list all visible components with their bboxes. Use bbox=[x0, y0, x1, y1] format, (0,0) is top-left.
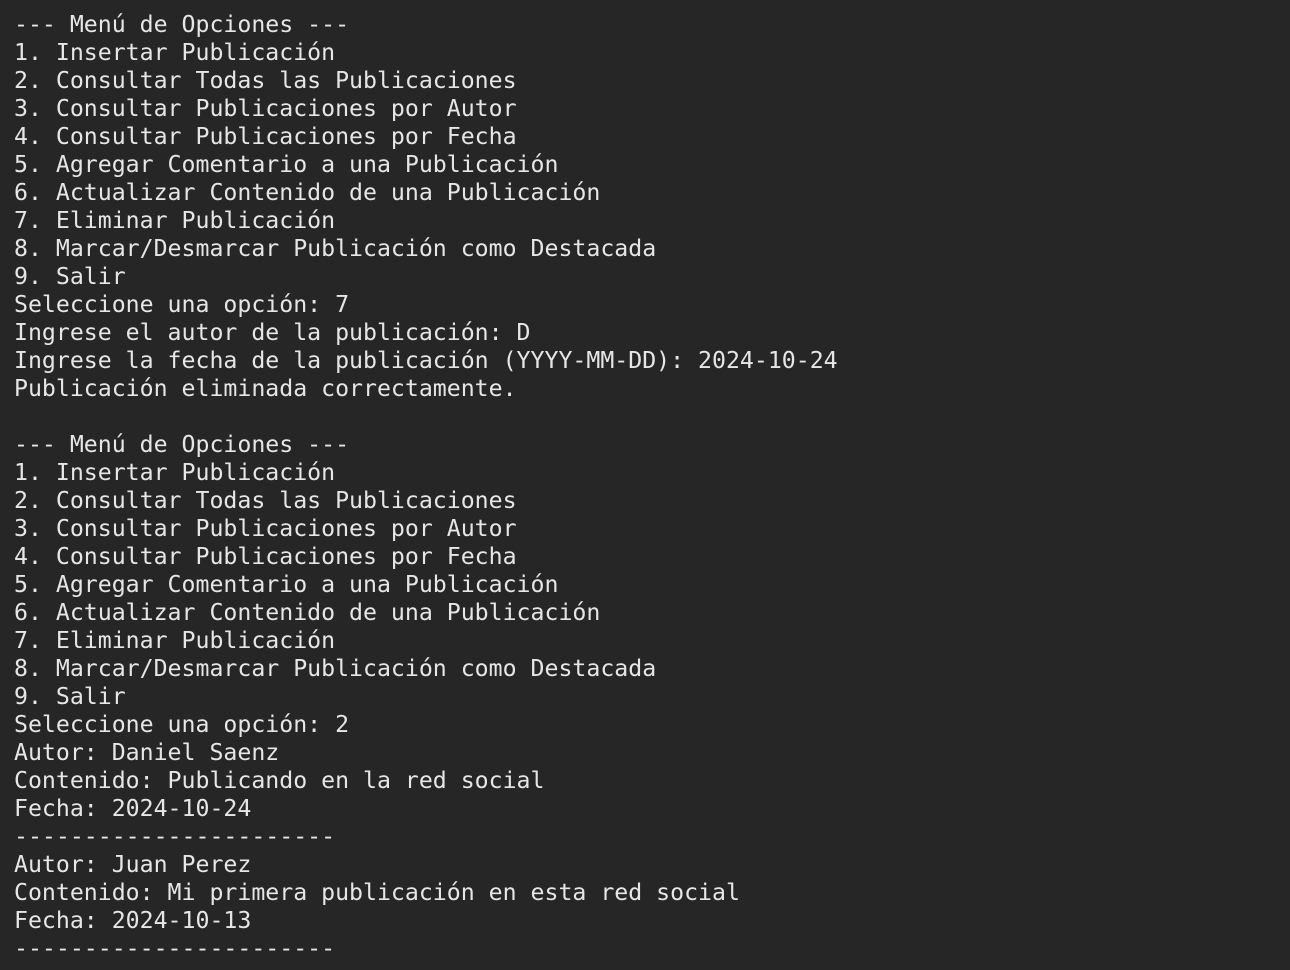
author-prompt: Ingrese el autor de la publicación: D bbox=[14, 319, 531, 346]
post-content: Contenido: Mi primera publicación en est… bbox=[14, 879, 740, 906]
menu-option-toggle-featured: 8. Marcar/Desmarcar Publicación como Des… bbox=[14, 655, 657, 682]
post-separator: ----------------------- bbox=[14, 935, 336, 962]
post-separator: ----------------------- bbox=[14, 823, 336, 850]
menu-option-insert: 1. Insertar Publicación bbox=[14, 39, 336, 66]
menu-option-by-author: 3. Consultar Publicaciones por Autor bbox=[14, 515, 517, 542]
menu-option-add-comment: 5. Agregar Comentario a una Publicación bbox=[14, 571, 559, 598]
menu-header: --- Menú de Opciones --- bbox=[14, 431, 350, 458]
menu-option-list-all: 2. Consultar Todas las Publicaciones bbox=[14, 487, 517, 514]
menu-option-by-author: 3. Consultar Publicaciones por Autor bbox=[14, 95, 517, 122]
selection-prompt: Seleccione una opción: 7 bbox=[14, 291, 350, 318]
post-date: Fecha: 2024-10-13 bbox=[14, 907, 252, 934]
menu-option-update-content: 6. Actualizar Contenido de una Publicaci… bbox=[14, 599, 601, 626]
post-content: Contenido: Publicando en la red social bbox=[14, 767, 545, 794]
menu-option-exit: 9. Salir bbox=[14, 683, 126, 710]
delete-confirmation: Publicación eliminada correctamente. bbox=[14, 375, 517, 402]
menu-option-add-comment: 5. Agregar Comentario a una Publicación bbox=[14, 151, 559, 178]
menu-header: --- Menú de Opciones --- bbox=[14, 11, 350, 38]
menu-option-list-all: 2. Consultar Todas las Publicaciones bbox=[14, 67, 517, 94]
selection-prompt: Seleccione una opción: 2 bbox=[14, 711, 350, 738]
menu-option-insert: 1. Insertar Publicación bbox=[14, 459, 336, 486]
date-prompt: Ingrese la fecha de la publicación (YYYY… bbox=[14, 347, 838, 374]
menu-option-toggle-featured: 8. Marcar/Desmarcar Publicación como Des… bbox=[14, 235, 657, 262]
post-author: Autor: Daniel Saenz bbox=[14, 739, 280, 766]
post-date: Fecha: 2024-10-24 bbox=[14, 795, 252, 822]
menu-option-exit: 9. Salir bbox=[14, 263, 126, 290]
menu-option-delete: 7. Eliminar Publicación bbox=[14, 207, 336, 234]
post-author: Autor: Juan Perez bbox=[14, 851, 252, 878]
menu-option-by-date: 4. Consultar Publicaciones por Fecha bbox=[14, 543, 517, 570]
menu-option-delete: 7. Eliminar Publicación bbox=[14, 627, 336, 654]
menu-option-by-date: 4. Consultar Publicaciones por Fecha bbox=[14, 123, 517, 150]
terminal-output[interactable]: --- Menú de Opciones --- 1. Insertar Pub… bbox=[14, 11, 1284, 970]
menu-option-update-content: 6. Actualizar Contenido de una Publicaci… bbox=[14, 179, 601, 206]
